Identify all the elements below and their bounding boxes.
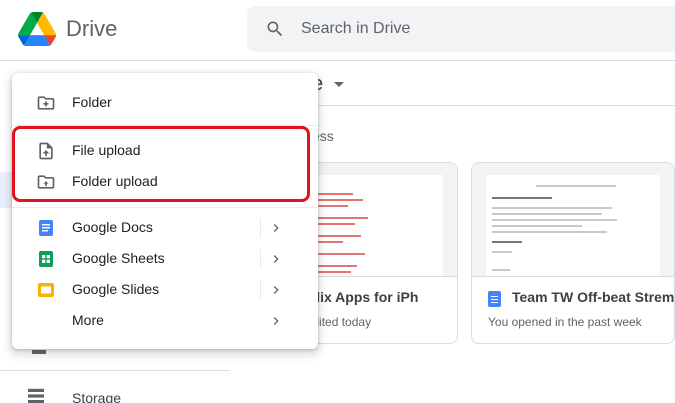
google-slides-icon	[38, 283, 54, 297]
folder-plus-icon	[37, 96, 55, 110]
new-item-menu: Folder File upload Folder upload Google …	[12, 73, 318, 349]
upload-options-highlight	[12, 126, 310, 202]
chevron-right-icon[interactable]	[268, 313, 284, 329]
google-sheets-icon	[39, 251, 53, 267]
menu-item-google-docs[interactable]: Google Docs	[12, 212, 318, 243]
google-docs-icon	[39, 220, 53, 236]
storage-icon	[28, 388, 44, 403]
menu-item-label: Google Sheets	[72, 250, 165, 266]
sidebar-item-storage[interactable]: Storage	[72, 390, 121, 403]
breadcrumb-dropdown-icon[interactable]	[334, 82, 344, 87]
submenu-divider	[260, 218, 261, 238]
file-preview	[472, 163, 674, 277]
chevron-right-icon[interactable]	[268, 251, 284, 267]
submenu-divider	[260, 249, 261, 269]
menu-item-label: Folder	[72, 94, 112, 110]
submenu-divider	[260, 280, 261, 300]
sidebar-divider	[0, 370, 230, 371]
file-card-team-tw[interactable]: Team TW Off-beat Strem You opened in the…	[471, 162, 675, 344]
file-activity: You opened in the past week	[488, 315, 642, 329]
header-divider	[0, 60, 675, 61]
menu-item-more[interactable]: More	[12, 305, 318, 336]
menu-divider	[12, 207, 318, 208]
drive-logo-icon[interactable]	[18, 12, 56, 46]
menu-item-google-slides[interactable]: Google Slides	[12, 274, 318, 305]
menu-item-label: Google Slides	[72, 281, 160, 297]
menu-item-folder[interactable]: Folder	[12, 87, 318, 118]
document-thumbnail	[486, 175, 660, 276]
breadcrumb-divider	[300, 105, 675, 106]
search-placeholder: Search in Drive	[301, 20, 411, 37]
search-icon[interactable]	[265, 19, 285, 39]
search-input[interactable]: Search in Drive	[247, 6, 675, 52]
menu-item-label: Google Docs	[72, 219, 153, 235]
file-title: Team TW Off-beat Strem	[512, 289, 675, 305]
app-name: Drive	[66, 16, 118, 41]
menu-item-label: More	[72, 312, 104, 328]
sidebar-active-highlight	[0, 172, 12, 208]
google-docs-icon	[488, 291, 501, 307]
sidebar-item-partial	[32, 350, 46, 354]
chevron-right-icon[interactable]	[268, 282, 284, 298]
chevron-right-icon[interactable]	[268, 220, 284, 236]
menu-item-google-sheets[interactable]: Google Sheets	[12, 243, 318, 274]
